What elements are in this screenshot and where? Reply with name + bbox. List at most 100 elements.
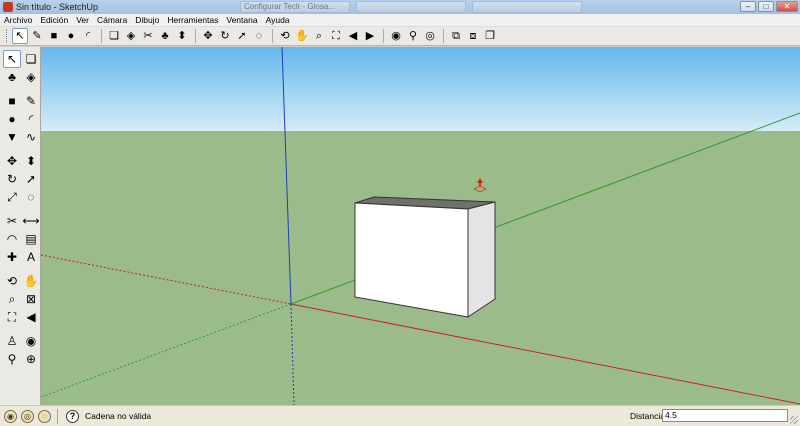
help-icon[interactable]: ? [66,409,79,423]
measurements-input[interactable]: 4.5 [662,409,788,422]
left-toolbar-polygon-button[interactable]: ▼ [3,128,21,146]
user-icon[interactable]: ◌ [38,409,51,423]
zoom-icon: ⌕ [315,29,323,42]
drawing-viewport[interactable] [41,47,800,405]
toolbar-grip[interactable] [6,29,9,43]
left-toolbar-text-button[interactable]: ▤ [22,230,40,248]
geo-location-icon[interactable]: ◉ [4,409,17,423]
left-toolbar-zoom-window-button[interactable]: ⊠ [22,290,40,308]
toolbar-orbit-button[interactable]: ⟲ [277,28,293,44]
left-toolbar-zoom-extents-button[interactable]: ⛶ [3,308,21,326]
minimize-button[interactable]: – [740,1,756,12]
camera-icon: ◉ [391,29,401,42]
left-toolbar-circle-button[interactable]: ● [3,110,21,128]
box-side-face [467,201,496,318]
close-button[interactable]: ✕ [776,1,798,12]
dimension-icon: ⟷ [22,214,40,228]
left-toolbar-push-pull-button[interactable]: ⬍ [22,152,40,170]
toolbar-look-around-button[interactable]: ◎ [422,28,438,44]
left-toolbar-offset-button[interactable]: ◌ [22,188,40,206]
toolbar-share-model-button[interactable]: ⧈ [465,28,481,44]
left-toolbar-previous-button[interactable]: ◀ [22,308,40,326]
toolbar-camera-button[interactable]: ◉ [388,28,404,44]
move-icon: ✥ [203,29,213,42]
left-toolbar-scale-button[interactable]: ⤢ [3,188,21,206]
toolbar-rectangle-button[interactable]: ■ [46,28,62,44]
toolbar-zoom-button[interactable]: ⌕ [311,28,327,44]
left-toolbar-zoom-button[interactable]: ⌕ [3,290,21,308]
menu-ayuda[interactable]: Ayuda [266,15,290,25]
get-photo-texture-icon: ❐ [485,29,495,42]
left-toolbar-pan-button[interactable]: ✋ [22,272,40,290]
left-toolbar-follow-me-button[interactable]: ➚ [22,170,40,188]
arc-icon: ◜ [85,29,91,42]
toolbar-tape-measure-button[interactable]: ✂ [140,28,156,44]
left-toolbar-rotate-button[interactable]: ↻ [3,170,21,188]
box-model[interactable] [354,196,496,318]
left-toolbar-paint-bucket-button[interactable]: ♣ [3,68,21,86]
status-message: Cadena no válida [85,411,152,421]
menu-ver[interactable]: Ver [76,15,89,25]
viewport-canvas[interactable] [41,47,800,405]
toolbar-select-button[interactable]: ↖ [12,28,28,44]
toolbar-walk-button[interactable]: ⚲ [405,28,421,44]
toolbar-zoom-extents-button[interactable]: ⛶ [328,28,344,44]
ghost-tab[interactable]: Configurar Teclr - Glosa... [240,1,350,13]
toolbar-push-pull-button[interactable]: ⬍ [174,28,190,44]
maximize-button[interactable]: □ [758,1,774,12]
left-toolbar-orbit-button[interactable]: ⟲ [3,272,21,290]
menu-edicion[interactable]: Edición [40,15,68,25]
toolbar-get-photo-texture-button[interactable]: ❐ [482,28,498,44]
text-icon: ▤ [25,232,37,246]
menu-dibujo[interactable]: Dibujo [135,15,159,25]
left-toolbar-tape-measure-button[interactable]: ✂ [3,212,21,230]
left-toolbar-3d-text-button[interactable]: A [22,248,40,266]
menu-archivo[interactable]: Archivo [4,15,32,25]
toolbar-eraser-button[interactable]: ◈ [123,28,139,44]
toolbar-move-button[interactable]: ✥ [200,28,216,44]
toolbar-offset-button[interactable]: ◌ [251,28,267,44]
next-icon: ▶ [365,29,375,42]
toolbar-next-button[interactable]: ▶ [362,28,378,44]
toolbar-circle-button[interactable]: ● [63,28,79,44]
left-toolbar-look-around-button[interactable]: ◉ [22,332,40,350]
left-toolbar-walk-button[interactable]: ⚲ [3,350,21,368]
left-toolbar-section-plane-button[interactable]: ⊕ [22,350,40,368]
toolbar-separator [101,29,102,43]
left-toolbar-position-camera-button[interactable]: ♙ [3,332,21,350]
menu-herramientas[interactable]: Herramientas [167,15,218,25]
left-toolbar-eraser-button[interactable]: ◈ [22,68,40,86]
menu-camara[interactable]: Cámara [97,15,127,25]
toolbar-get-models-button[interactable]: ⧉ [448,28,464,44]
toolbar-pan-button[interactable]: ✋ [294,28,310,44]
select-icon: ↖ [6,52,18,66]
left-toolbar-dimension-button[interactable]: ⟷ [22,212,40,230]
left-toolbar-move-button[interactable]: ✥ [3,152,21,170]
left-toolbar-rectangle-button[interactable]: ■ [3,92,21,110]
left-toolbar-make-component-button[interactable]: ❏ [22,50,40,68]
toolbar-separator [195,29,196,43]
toolbar-paint-bucket-button[interactable]: ♣ [157,28,173,44]
left-toolbar-line-button[interactable]: ✎ [22,92,40,110]
toolbar-rotate-button[interactable]: ↻ [217,28,233,44]
offset-icon: ◌ [27,190,35,204]
resize-grip[interactable] [790,416,798,424]
menu-ventana[interactable]: Ventana [226,15,257,25]
left-toolbar-arc-button[interactable]: ◜ [22,110,40,128]
credits-icon[interactable]: ◎ [21,409,34,423]
background-taskbar-tabs: Configurar Teclr - Glosa... [240,1,582,13]
toolbar-make-component-button[interactable]: ❏ [106,28,122,44]
toolbar-follow-me-button[interactable]: ➚ [234,28,250,44]
toolbar-line-button[interactable]: ✎ [29,28,45,44]
previous-icon: ◀ [26,310,36,324]
ghost-tab[interactable] [356,1,466,13]
left-toolbar-protractor-button[interactable]: ◠ [3,230,21,248]
left-toolbar-axes-button[interactable]: ✚ [3,248,21,266]
toolbar-previous-button[interactable]: ◀ [345,28,361,44]
window-controls: – □ ✕ [740,1,798,12]
left-toolbar-freehand-button[interactable]: ∿ [22,128,40,146]
toolbar-arc-button[interactable]: ◜ [80,28,96,44]
ghost-tab[interactable] [472,1,582,13]
left-toolbar-select-button[interactable]: ↖ [3,50,21,68]
offset-icon: ◌ [255,29,263,42]
